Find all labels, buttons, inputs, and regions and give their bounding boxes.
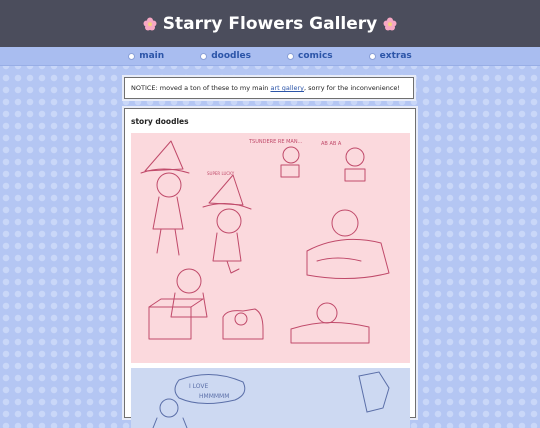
nav-item-comics[interactable]: comics: [286, 51, 333, 61]
sketch-drawing: TSUNDERE RE MAN... AB AB A SUPER LUCKY: [140, 139, 390, 344]
site-header: Starry Flowers Gallery: [0, 0, 540, 48]
nav-item-main[interactable]: main: [128, 51, 164, 61]
sketch-drawing: I LOVE HMMMMM: [152, 371, 390, 428]
notice-text: NOTICE: moved a ton of these to my main …: [131, 84, 401, 92]
art-gallery-link[interactable]: art gallery: [270, 84, 304, 92]
doodle-image[interactable]: I LOVE HMMMMM: [131, 368, 410, 428]
sketch-caption: HMMMMM: [199, 393, 229, 400]
sketch-caption: SUPER LUCKY: [207, 171, 235, 176]
bullet-icon: [368, 52, 376, 60]
bullet-icon: [200, 52, 208, 60]
flower-icon: [143, 17, 157, 30]
sketch-caption: AB AB A: [321, 141, 342, 147]
sketch-caption: I LOVE: [189, 383, 209, 390]
doodle-image[interactable]: TSUNDERE RE MAN... AB AB A SUPER LUCKY: [131, 133, 410, 363]
main-nav: main doodles comics extras: [0, 47, 540, 66]
nav-item-doodles[interactable]: doodles: [200, 51, 251, 61]
site-title: Starry Flowers Gallery: [162, 13, 378, 34]
nav-item-extras[interactable]: extras: [368, 51, 412, 61]
bullet-icon: [286, 52, 294, 60]
gallery-panel: story doodles TSUNDERE RE MAN... AB AB A…: [124, 108, 416, 428]
section-title: story doodles: [131, 117, 189, 126]
flower-icon: [383, 17, 397, 30]
notice-box: NOTICE: moved a ton of these to my main …: [124, 77, 414, 99]
sketch-caption: TSUNDERE RE MAN...: [248, 139, 303, 145]
bullet-icon: [128, 52, 136, 60]
